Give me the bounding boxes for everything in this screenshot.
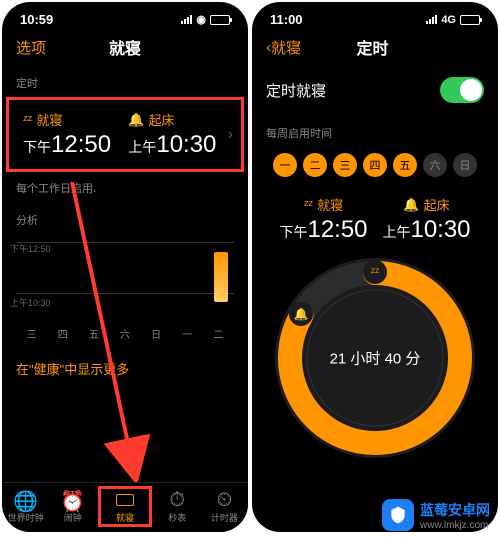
day-thu[interactable]: 四 (363, 153, 387, 177)
highlight-box-times: ᶻᶻ就寝 下午12:50 🔔起床 上午10:30 › (6, 97, 244, 172)
day-tue[interactable]: 二 (303, 153, 327, 177)
battery-icon (460, 15, 480, 25)
chart-bar (214, 252, 228, 302)
page-title: 就寝 (16, 35, 234, 59)
day-wed[interactable]: 三 (333, 153, 357, 177)
globe-icon: 🌐 (2, 489, 49, 511)
day-mon[interactable]: 一 (273, 153, 297, 177)
dial-wake-handle[interactable]: 🔔 (289, 302, 313, 326)
bedtime-value: 12:50 (51, 131, 111, 158)
day-sat[interactable]: 六 (423, 153, 447, 177)
sleep-times: ᶻᶻ就寝 下午12:50 🔔起床 上午10:30 (252, 185, 498, 248)
watermark-icon (382, 499, 414, 531)
network-label: 4G (441, 14, 456, 26)
day-selector: 一 二 三 四 五 六 日 (252, 145, 498, 185)
wake-value: 10:30 (156, 131, 216, 158)
weekday-note: 每个工作日启用. (2, 174, 248, 202)
tab-world-clock[interactable]: 🌐世界时钟 (2, 489, 49, 524)
nav-back-button[interactable]: ‹ 就寝 (266, 37, 301, 58)
alarm-icon: ⏰ (49, 489, 96, 511)
watermark-url: www.lmkjz.com (420, 520, 490, 531)
section-timer-label: 定时 (2, 65, 248, 95)
bedtime-label: ᶻᶻ就寝 (279, 195, 367, 214)
tab-alarm[interactable]: ⏰闹钟 (49, 489, 96, 524)
week-label: 每周启用时间 (252, 115, 498, 145)
tab-bar: 🌐世界时钟 ⏰闹钟 就寝 ⏱秒表 ⏲计时器 (2, 482, 248, 532)
signal-icon (181, 15, 192, 24)
wake-label: 🔔起床 (128, 110, 227, 129)
scheduled-sleep-row: 定时就寝 (252, 65, 498, 115)
timer-icon: ⏲ (201, 489, 248, 511)
notch (320, 2, 430, 24)
stopwatch-icon: ⏱ (154, 489, 201, 511)
sleep-dial[interactable]: ᶻᶻ 🔔 21 小时 40 分 (275, 258, 475, 458)
analysis-label: 分析 (2, 202, 248, 232)
status-right: 4G (426, 12, 480, 27)
analysis-chart: 下午12:50 上午10:30 (2, 242, 248, 322)
status-time: 11:00 (270, 12, 303, 27)
page-title: 定时 (301, 35, 444, 59)
scheduled-toggle[interactable] (440, 77, 484, 103)
bedtime-wake-row[interactable]: ᶻᶻ就寝 下午12:50 🔔起床 上午10:30 › (9, 100, 241, 169)
tab-timer[interactable]: ⏲计时器 (201, 489, 248, 524)
toggle-label: 定时就寝 (266, 80, 326, 101)
battery-icon (210, 15, 230, 25)
nav-bar: 选项 就寝 (2, 29, 248, 65)
status-right: ◉ (181, 12, 230, 27)
chart-day-labels: 三四五六日一二 (2, 322, 248, 345)
phone-left: 10:59 ◉ 选项 就寝 定时 ᶻᶻ就寝 下午12:50 🔔起床 上午10:3… (2, 2, 248, 532)
dial-duration: 21 小时 40 分 (330, 348, 421, 369)
bell-icon: 🔔 (403, 197, 419, 213)
bed-icon (101, 489, 148, 511)
wifi-icon: ◉ (196, 13, 206, 26)
dial-bedtime-handle[interactable]: ᶻᶻ (363, 260, 387, 284)
phone-right: 11:00 4G ‹ 就寝 定时 定时就寝 每周启用时间 一 二 三 四 五 六… (252, 2, 498, 532)
notch (70, 2, 180, 24)
wake-value: 10:30 (410, 216, 470, 243)
sleep-icon: ᶻᶻ (304, 197, 313, 212)
show-more-link[interactable]: 在"健康"中显示更多 (2, 345, 248, 392)
nav-bar: ‹ 就寝 定时 (252, 29, 498, 65)
day-fri[interactable]: 五 (393, 153, 417, 177)
watermark-name: 蓝莓安卓网 (420, 502, 490, 518)
status-time: 10:59 (20, 12, 53, 27)
chevron-right-icon: › (228, 126, 233, 144)
bedtime-value: 12:50 (307, 216, 367, 243)
bedtime-label: ᶻᶻ就寝 (23, 110, 122, 129)
wake-label: 🔔起床 (382, 195, 470, 214)
watermark: 蓝莓安卓网 www.lmkjz.com (382, 499, 490, 531)
sleep-icon: ᶻᶻ (23, 112, 32, 127)
day-sun[interactable]: 日 (453, 153, 477, 177)
tab-bedtime[interactable]: 就寝 (98, 486, 151, 527)
tab-stopwatch[interactable]: ⏱秒表 (154, 489, 201, 524)
bell-icon: 🔔 (128, 112, 144, 128)
